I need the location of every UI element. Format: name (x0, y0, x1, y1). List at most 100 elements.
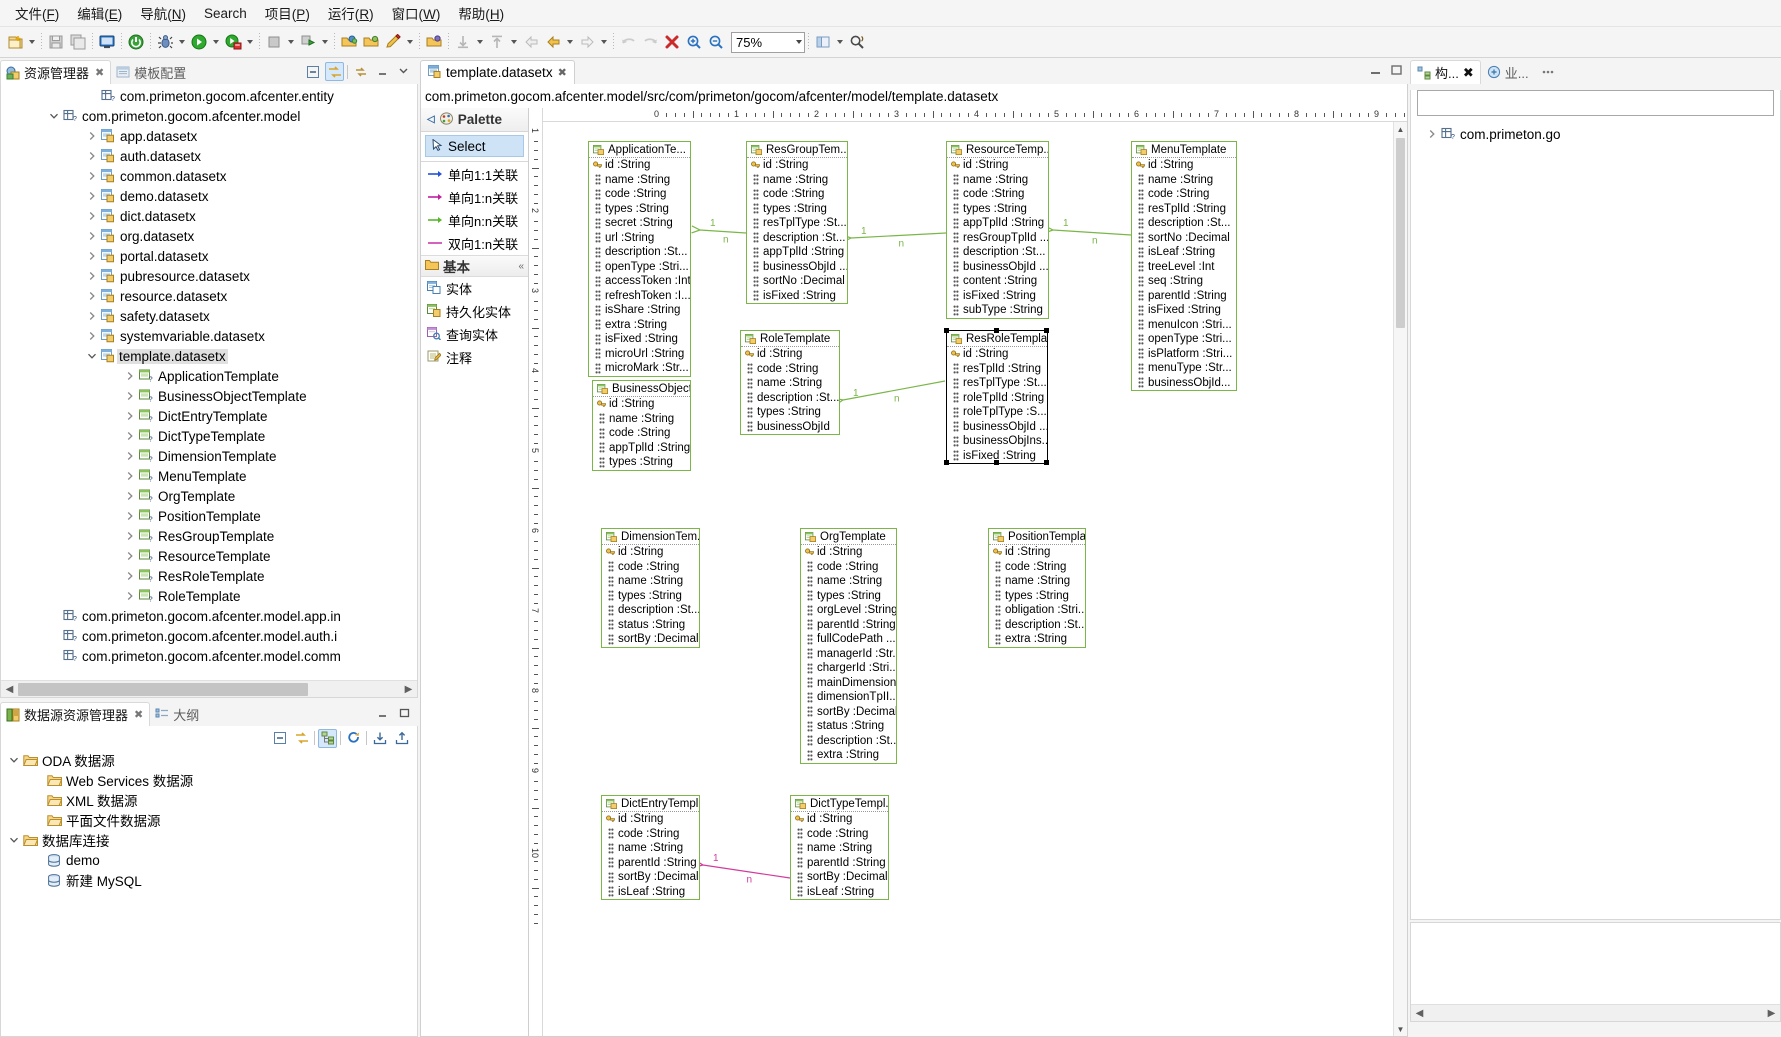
tree-item[interactable]: ?DimensionTemplate (1, 446, 417, 466)
entity-box[interactable]: RoleTemplateid :Stringcode :Stringname :… (740, 330, 840, 435)
tab-more[interactable] (1535, 60, 1565, 84)
tree-item[interactable]: app.datasetx (1, 126, 417, 146)
tree-item[interactable]: safety.datasetx (1, 306, 417, 326)
tree-item[interactable]: ?com.primeton.gocom.afcenter.entity (1, 86, 417, 106)
debug-icon[interactable] (154, 31, 176, 53)
entity-attribute[interactable]: roleTplId :String (947, 391, 1047, 406)
entity-attribute[interactable]: menuIcon :Stri... (1132, 318, 1236, 333)
entity-attribute[interactable]: description :St... (747, 231, 847, 246)
entity-attribute[interactable]: id :String (747, 158, 847, 173)
menu-item-7[interactable]: 帮助(H) (449, 0, 513, 27)
zoom-out-icon[interactable] (705, 31, 727, 53)
entity-attribute[interactable]: secret :String (589, 216, 690, 231)
entity-attribute[interactable]: resTplType :St... (947, 376, 1047, 391)
perspective-dropdown[interactable] (834, 32, 846, 52)
chevron-right-icon[interactable] (123, 491, 137, 501)
forward-left-dropdown[interactable] (564, 32, 576, 52)
resize-handle[interactable] (994, 460, 999, 465)
entity-attribute[interactable]: openType :Stri... (589, 260, 690, 275)
forward-right-icon[interactable] (576, 31, 598, 53)
menu-item-4[interactable]: 项目(P) (256, 0, 319, 27)
entity-attribute[interactable]: sortBy :Decimal (801, 705, 896, 720)
entity-attribute[interactable]: name :String (602, 841, 699, 856)
tree-item[interactable]: systemvariable.datasetx (1, 326, 417, 346)
entity-attribute[interactable]: extra :String (801, 748, 896, 763)
chevron-right-icon[interactable] (85, 191, 99, 201)
entity-attribute[interactable]: subType :String (947, 303, 1048, 318)
entity-attribute[interactable]: businessObjIns... (947, 434, 1047, 449)
zoom-level-combo[interactable]: 75% (731, 32, 805, 53)
entity-attribute[interactable]: dimensionTpII... (801, 690, 896, 705)
entity-attribute[interactable]: description :St... (741, 391, 839, 406)
chevron-right-icon[interactable] (123, 371, 137, 381)
pencil-dropdown[interactable] (404, 32, 416, 52)
palette-connection-3[interactable]: 双向1:n关联 (421, 232, 528, 255)
filter-input[interactable] (1417, 90, 1774, 116)
entity-box[interactable]: MenuTemplateid :Stringname :Stringcode :… (1131, 141, 1237, 391)
entity-box[interactable]: BusinessObject...id :Stringname :Stringc… (592, 380, 691, 471)
chevron-right-icon[interactable] (123, 571, 137, 581)
entity-attribute[interactable]: name :String (747, 173, 847, 188)
entity-attribute[interactable]: code :String (602, 560, 699, 575)
entity-attribute[interactable]: businessObjId ... (947, 260, 1048, 275)
entity-attribute[interactable]: seq :String (1132, 274, 1236, 289)
entity-attribute[interactable]: name :String (589, 173, 690, 188)
diagram-canvas[interactable]: 1n1n1n1n1n ApplicationTe...id :Stringnam… (543, 122, 1407, 1036)
entity-attribute[interactable]: appTplId :String (747, 245, 847, 260)
entity-box[interactable]: PositionTempla...id :Stringcode :Stringn… (988, 528, 1086, 648)
entity-attribute[interactable]: types :String (593, 455, 690, 470)
entity-box[interactable]: ApplicationTe...id :Stringname :Stringco… (588, 141, 691, 377)
entity-attribute[interactable]: types :String (602, 589, 699, 604)
palette-group-basic[interactable]: 基本 « (421, 255, 528, 277)
stop-dropdown[interactable] (285, 32, 297, 52)
run-external-icon[interactable] (222, 31, 244, 53)
entity-attribute[interactable]: chargerId :Stri... (801, 661, 896, 676)
entity-attribute[interactable]: microUrl :String (589, 347, 690, 362)
chevron-right-icon[interactable] (123, 391, 137, 401)
entity-attribute[interactable]: name :String (602, 574, 699, 589)
entity-attribute[interactable]: isFixed :String (589, 332, 690, 347)
tree-item[interactable]: ?com.primeton.go (1411, 124, 1780, 144)
entity-attribute[interactable]: sortBy :Decimal (791, 870, 888, 885)
chevron-right-icon[interactable] (85, 251, 99, 261)
menu-item-5[interactable]: 运行(R) (319, 0, 383, 27)
tree-item[interactable]: ?ResourceTemplate (1, 546, 417, 566)
entity-attribute[interactable]: name :String (1132, 173, 1236, 188)
entity-attribute[interactable]: types :String (947, 202, 1048, 217)
entity-attribute[interactable]: description :St... (1132, 216, 1236, 231)
resize-handle[interactable] (944, 460, 949, 465)
tree-item[interactable]: ?DictTypeTemplate (1, 426, 417, 446)
stop-icon[interactable] (263, 31, 285, 53)
entity-attribute[interactable]: extra :String (589, 318, 690, 333)
tab-业...[interactable]: 业... (1481, 60, 1535, 84)
tree-item[interactable]: ?com.primeton.gocom.afcenter.model.auth.… (1, 626, 417, 646)
entity-attribute[interactable]: code :String (791, 827, 888, 842)
entity-attribute[interactable]: menuType :Str... (1132, 361, 1236, 376)
view-menu-icon[interactable] (351, 62, 370, 81)
maximize-icon[interactable] (395, 62, 414, 81)
palette-item-2[interactable]: 查询实体 (421, 323, 528, 346)
project-explorer-hscrollbar[interactable]: ◀ ▶ (1, 680, 417, 697)
entity-attribute[interactable]: refreshToken :I... (589, 289, 690, 304)
entity-attribute[interactable]: obligation :Stri... (989, 603, 1085, 618)
entity-attribute[interactable]: orgLevel :String (801, 603, 896, 618)
entity-attribute[interactable]: name :String (947, 173, 1048, 188)
entity-attribute[interactable]: roleTplType :S... (947, 405, 1047, 420)
chevron-right-icon[interactable] (123, 471, 137, 481)
entity-attribute[interactable]: code :String (593, 426, 690, 441)
hscroll-thumb[interactable] (18, 683, 308, 696)
tree-item[interactable]: 数据库连接 (1, 830, 417, 850)
tree-item[interactable]: ?ApplicationTemplate (1, 366, 417, 386)
entity-attribute[interactable]: code :String (1132, 187, 1236, 202)
entity-attribute[interactable]: id :String (947, 347, 1047, 362)
chevron-down-icon[interactable] (796, 40, 802, 44)
menu-item-6[interactable]: 窗口(W) (383, 0, 450, 27)
menu-item-3[interactable]: Search (195, 2, 256, 25)
entity-attribute[interactable]: isLeaf :String (1132, 245, 1236, 260)
tree-item[interactable]: Web Services 数据源 (1, 770, 417, 790)
entity-attribute[interactable]: code :String (602, 827, 699, 842)
build-dropdown[interactable] (319, 32, 331, 52)
entity-attribute[interactable]: resTplType :St... (747, 216, 847, 231)
entity-box[interactable]: OrgTemplateid :Stringcode :Stringname :S… (800, 528, 897, 764)
entity-box[interactable]: ResGroupTem...id :Stringname :Stringcode… (746, 141, 848, 304)
